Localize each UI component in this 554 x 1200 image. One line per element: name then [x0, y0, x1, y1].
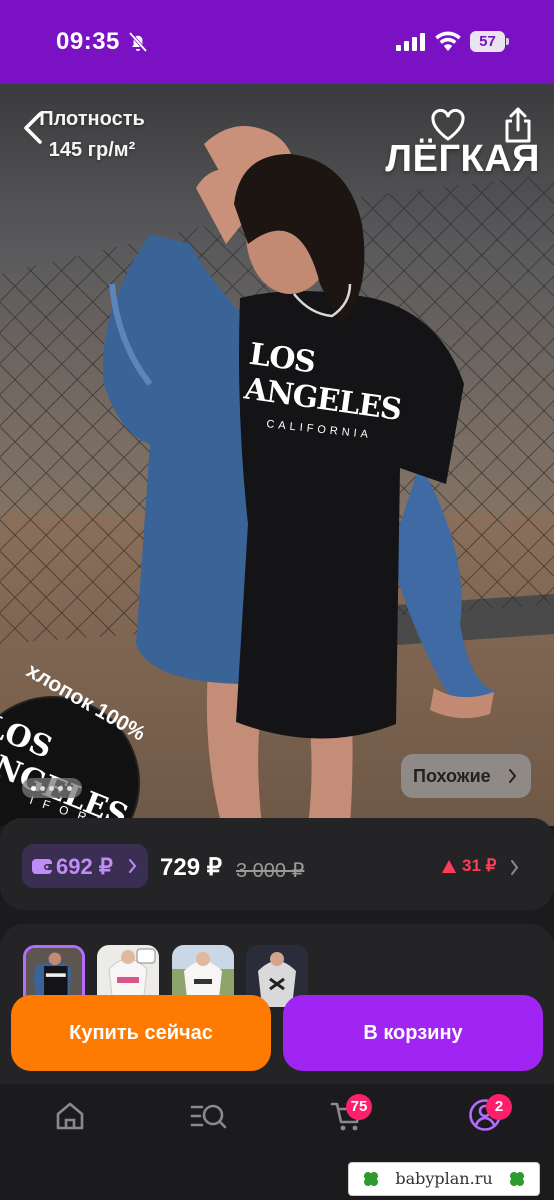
wallet-icon: [32, 859, 54, 874]
favorite-heart-icon[interactable]: [430, 108, 466, 142]
status-bar: 09:35 57: [0, 0, 554, 84]
price-panel: 692 ₽ 729 ₽ 3 000 ₽ 31 ₽: [0, 818, 554, 910]
home-icon[interactable]: [54, 1100, 86, 1132]
pager-dot: [67, 786, 72, 791]
catalog-search-icon[interactable]: [190, 1100, 228, 1132]
arrow-up-icon: [442, 860, 456, 873]
similar-button[interactable]: Похожие: [401, 754, 531, 798]
chevron-right-icon: [129, 859, 137, 873]
pager-dot: [40, 786, 45, 791]
product-image[interactable]: Плотность 145 гр/м² ЛЁГКАЯ LOS ANGELES C…: [0, 84, 554, 826]
battery-indicator: 57: [470, 31, 510, 52]
chevron-right-icon[interactable]: [510, 860, 519, 875]
wifi-icon: [435, 31, 461, 51]
profile-badge: 2: [486, 1094, 512, 1120]
battery-level: 57: [470, 31, 505, 52]
pager-dot: [58, 786, 63, 791]
status-time: 09:35: [56, 28, 120, 55]
pager-dot: [49, 786, 54, 791]
watermark-text: babyplan.ru: [395, 1169, 493, 1188]
clover-icon: [364, 1172, 378, 1186]
buy-now-button[interactable]: Купить сейчас: [11, 995, 271, 1071]
nav-profile[interactable]: 2: [468, 1094, 512, 1134]
watermark: babyplan.ru: [348, 1162, 540, 1196]
product-screen: 09:35 57 Плотность 145 гр/м² ЛЁГКАЯ LOS …: [0, 0, 554, 1200]
wallet-price-button[interactable]: 692 ₽: [22, 844, 148, 888]
battery-cap: [506, 38, 509, 45]
back-arrow-icon[interactable]: [18, 108, 48, 148]
current-price: 729 ₽: [160, 854, 222, 881]
pager-dot: [31, 786, 36, 791]
similar-label: Похожие: [413, 766, 491, 786]
wallet-price: 692 ₽: [56, 854, 113, 879]
image-pager[interactable]: [22, 778, 82, 798]
cart-badge: 75: [346, 1094, 372, 1120]
add-to-cart-button[interactable]: В корзину: [283, 995, 543, 1071]
old-price: 3 000 ₽: [236, 860, 305, 882]
nav-cart[interactable]: 75: [330, 1094, 372, 1134]
price-change-value: 31 ₽: [462, 856, 497, 875]
cellular-signal-icon: [396, 33, 425, 51]
chevron-right-icon: [509, 769, 517, 783]
clover-icon: [510, 1172, 524, 1186]
weight-title: ЛЁГКАЯ: [385, 138, 540, 180]
bell-muted-icon: [128, 31, 148, 53]
